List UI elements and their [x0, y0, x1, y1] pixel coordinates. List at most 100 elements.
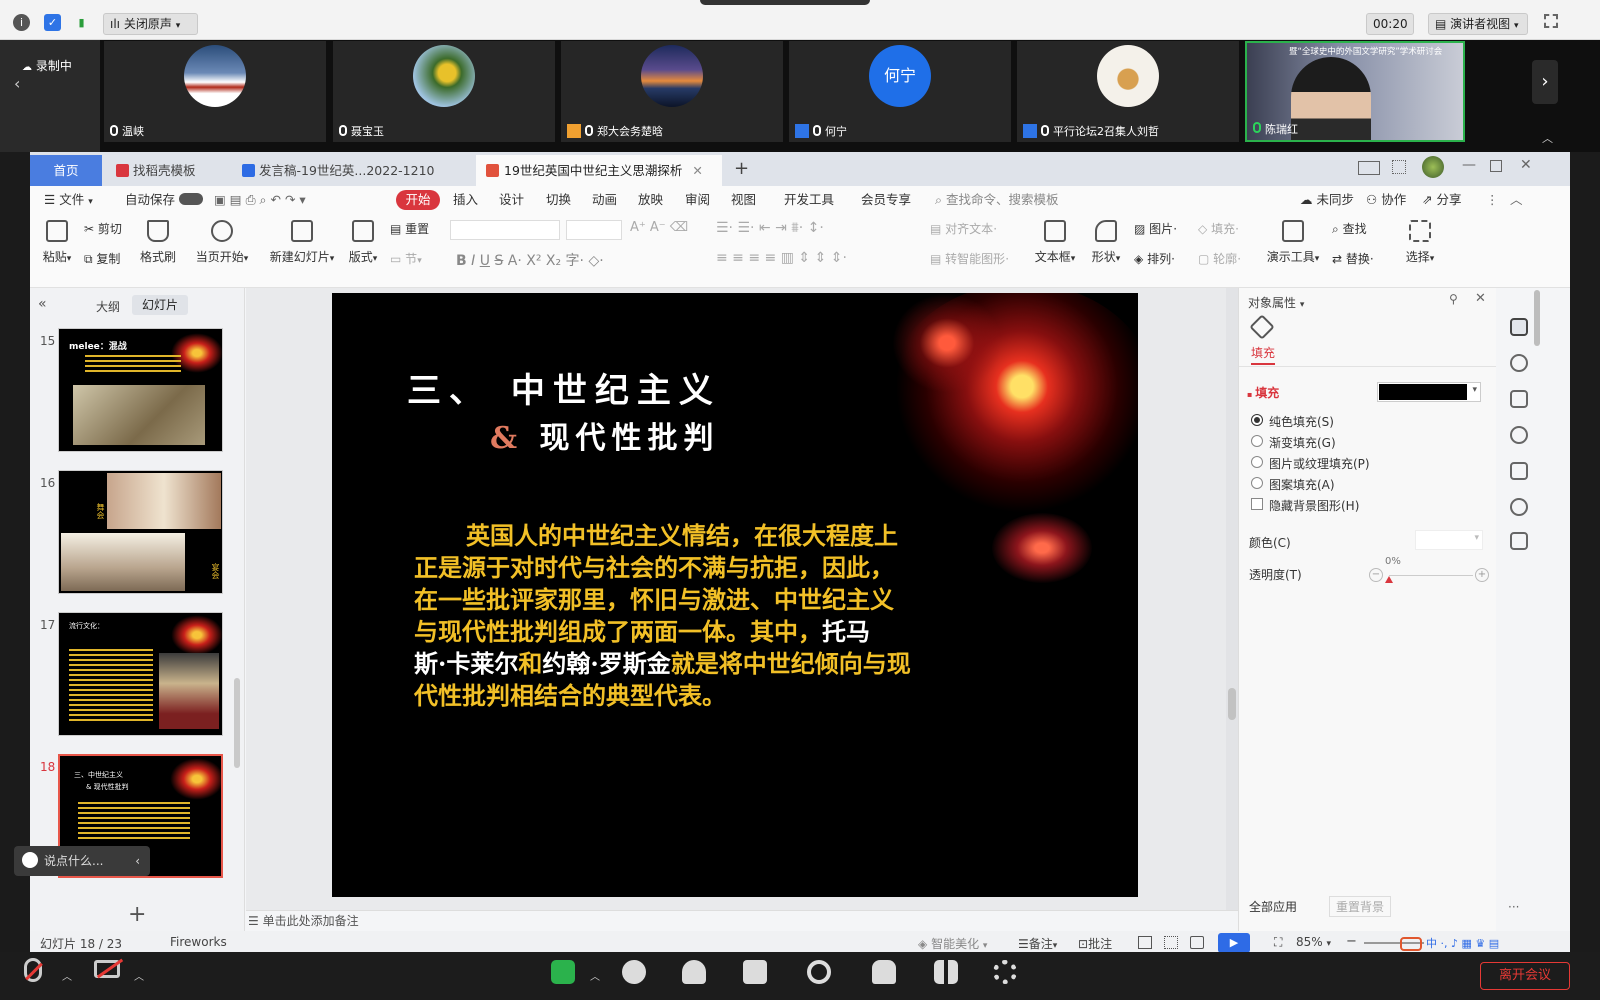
smart-shape-button[interactable]: ▤ 转智能图形· [930, 250, 1009, 267]
tab-play[interactable]: 放映 [638, 190, 663, 210]
radio-picture-fill[interactable] [1251, 456, 1263, 468]
window-layout-icon[interactable] [1358, 161, 1380, 175]
tab-outline[interactable]: 大纲 [96, 298, 120, 315]
tab-ppt-active[interactable]: 19世纪英国中世纪主义思潮探析 ✕ [476, 155, 722, 186]
zoom-out-icon[interactable]: − [1346, 934, 1357, 949]
tab-member[interactable]: 会员专享 [861, 190, 911, 210]
add-slide-icon[interactable]: + [128, 902, 146, 927]
chevron-up-icon[interactable]: ︿ [590, 968, 600, 983]
sorter-view-icon[interactable] [1164, 936, 1178, 949]
fill-button[interactable]: ◇ 填充· [1198, 220, 1239, 237]
panel-title[interactable]: 对象属性 ▾ [1248, 294, 1304, 311]
tab-switch[interactable]: 切换 [546, 190, 571, 210]
paste-button[interactable]: 粘贴▾ [42, 220, 72, 265]
tab-design[interactable]: 设计 [499, 190, 524, 210]
record-icon[interactable] [807, 960, 831, 984]
settings-gear-icon[interactable] [993, 960, 1017, 984]
notes-toggle[interactable]: ☰备注▾ [1018, 935, 1057, 952]
copy-icon[interactable] [1510, 390, 1528, 408]
color-picker[interactable]: ▾ [1415, 530, 1483, 550]
decrease-icon[interactable]: − [1369, 568, 1383, 582]
cut-button[interactable]: ✂ 剪切 [84, 220, 122, 237]
option-gradient-fill[interactable]: 渐变填充(G) [1269, 434, 1336, 451]
tab-review[interactable]: 审阅 [685, 190, 710, 210]
slide-thumbnail[interactable]: 流行文化： [58, 612, 223, 736]
emoji-icon[interactable] [22, 852, 38, 868]
picture-button[interactable]: ▨ 图片· [1134, 220, 1177, 237]
properties-toggle-icon[interactable] [1510, 318, 1528, 336]
apps-icon[interactable] [934, 960, 958, 984]
camera-off-icon[interactable] [94, 958, 124, 979]
collapse-strip-icon[interactable]: ︿ [1542, 130, 1553, 146]
raise-hand-icon[interactable] [872, 960, 896, 984]
fit-zoom-icon[interactable]: ⛶ [1274, 935, 1282, 950]
apps-grid-icon[interactable] [1392, 160, 1406, 174]
option-pattern-fill[interactable]: 图案填充(A) [1269, 476, 1335, 493]
participant-tile[interactable]: 聂宝玉 [333, 41, 555, 142]
picture-icon[interactable] [1510, 462, 1528, 480]
presentation-tools-button[interactable]: 演示工具▾ [1264, 220, 1322, 265]
participant-tile[interactable]: 温峡 [104, 41, 326, 142]
chat-icon[interactable] [743, 960, 767, 984]
participant-tile[interactable]: 郑大会务楚晗 [561, 41, 783, 142]
chevron-left-icon[interactable]: ‹ [135, 846, 140, 876]
reset-background-button[interactable]: 重置背景 [1329, 896, 1392, 917]
tab-fill[interactable]: 填充 [1251, 344, 1276, 365]
close-panel-icon[interactable]: ✕ [1475, 291, 1486, 306]
mic-muted-icon[interactable] [24, 958, 43, 982]
tab-dev-tools[interactable]: 开发工具 [784, 190, 834, 210]
select-button[interactable]: 选择▾ [1402, 220, 1438, 265]
font-family-select[interactable] [450, 220, 560, 240]
comments-toggle[interactable]: ⊡批注 [1078, 935, 1112, 952]
fullscreen-icon[interactable] [1544, 14, 1558, 28]
close-tab-icon[interactable]: ✕ [692, 163, 702, 178]
active-speaker-tile[interactable]: 暨“全球史中的外国文学研究”学术研讨会 陈瑞红 [1245, 41, 1465, 142]
transparency-slider[interactable] [1389, 575, 1473, 576]
textbox-button[interactable]: 文本框▾ [1034, 220, 1076, 265]
info-icon[interactable]: i [13, 14, 30, 31]
presenter-view-button[interactable]: ▤ 演讲者视图 ▾ [1428, 13, 1528, 35]
option-picture-fill[interactable]: 图片或纹理填充(P) [1269, 455, 1370, 472]
section-button[interactable]: ▭ 节▾ [390, 250, 422, 267]
arrange-button[interactable]: ◈ 排列· [1134, 250, 1175, 267]
layout-button[interactable]: 版式▾ [346, 220, 380, 265]
reading-view-icon[interactable] [1190, 936, 1204, 949]
paragraph-align-buttons[interactable]: ≡ ≡ ≡ ≡ ▥ ⇕ ⇕ ⇕· [716, 250, 847, 266]
slideshow-play-button[interactable]: ▶ [1218, 933, 1250, 953]
tab-start[interactable]: 开始 [396, 190, 440, 210]
slide-thumbnail[interactable]: 舞会 宴会 [58, 470, 223, 594]
participant-tile[interactable]: 何宁 何宁 [789, 41, 1011, 142]
command-search[interactable]: ⌕ 查找命令、搜索模板 [935, 190, 1059, 210]
signal-icon[interactable]: ▮ [73, 14, 90, 31]
close-window-icon[interactable]: ✕ [1520, 157, 1532, 173]
add-participant-icon[interactable] [622, 960, 646, 984]
font-size-buttons[interactable]: A⁺ A⁻ ⌫ [630, 220, 688, 235]
ime-logo[interactable] [1400, 937, 1422, 951]
user-avatar[interactable] [1422, 156, 1444, 178]
shape-button[interactable]: 形状▾ [1088, 220, 1124, 265]
radio-pattern-fill[interactable] [1251, 477, 1263, 489]
book-icon[interactable] [1510, 532, 1528, 550]
more-icon[interactable]: ⋮ [1486, 190, 1499, 210]
quick-access-icons[interactable]: ▣ ▤ ⎙ ⌕ ↶ ↷ ▾ [214, 190, 306, 210]
thumbnail-scrollbar[interactable] [234, 678, 240, 768]
chevron-up-icon[interactable]: ︿ [62, 968, 72, 983]
hide-background-label[interactable]: 隐藏背景图形(H) [1269, 497, 1359, 514]
tab-home[interactable]: 首页 [30, 155, 102, 186]
find-button[interactable]: ⌕ 查找 [1332, 220, 1367, 237]
fill-color-dropdown[interactable]: ▾ [1377, 382, 1481, 402]
next-page-button[interactable]: › [1532, 60, 1558, 104]
mute-original-sound-button[interactable]: ılı 关闭原声 ▾ [103, 13, 198, 35]
canvas-vertical-scrollbar[interactable] [1226, 288, 1238, 910]
share-screen-icon[interactable] [551, 960, 575, 984]
increase-icon[interactable]: + [1475, 568, 1489, 582]
slide-thumbnail[interactable]: melee：混战 [58, 328, 223, 452]
copy-button[interactable]: ⧉ 复制 [84, 250, 120, 267]
font-size-select[interactable] [566, 220, 622, 240]
leave-meeting-button[interactable]: 离开会议 [1480, 962, 1570, 990]
toggle-switch[interactable] [179, 193, 203, 205]
reset-button[interactable]: ▤ 重置 [390, 220, 429, 237]
notes-pane[interactable]: ☰ 单击此处添加备注 [246, 910, 1238, 931]
outline-button[interactable]: ▢ 轮廓· [1198, 250, 1241, 267]
minimize-icon[interactable]: — [1462, 157, 1476, 173]
